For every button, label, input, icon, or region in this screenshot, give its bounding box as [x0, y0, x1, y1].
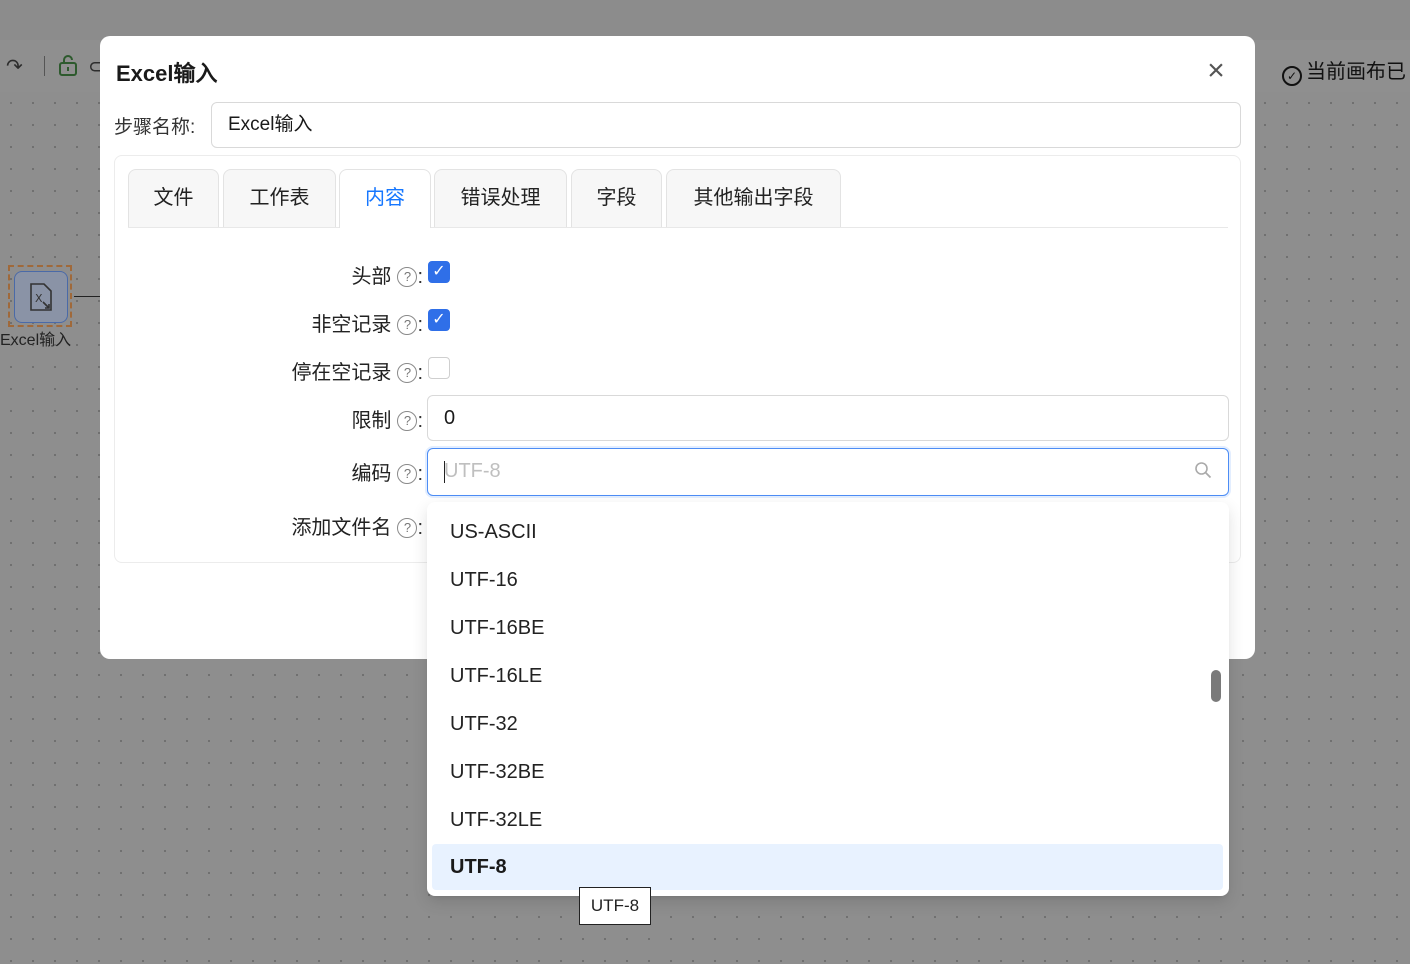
tab-file[interactable]: 文件	[128, 169, 219, 227]
unlock-icon[interactable]	[58, 54, 78, 82]
svg-text:X: X	[35, 292, 43, 305]
question-circle-icon[interactable]: ?	[397, 464, 418, 484]
text-cursor	[444, 461, 445, 483]
field-label: 停在空记录?:	[291, 356, 423, 385]
label-colon: :	[417, 266, 423, 288]
option-utf-32[interactable]: UTF-32	[432, 701, 1223, 747]
option-utf-32be[interactable]: UTF-32BE	[432, 749, 1223, 795]
step-name-label: 步骤名称:	[114, 117, 196, 138]
node-connector	[74, 296, 100, 297]
option-utf-16le[interactable]: UTF-16LE	[432, 653, 1223, 699]
label-colon: :	[417, 314, 423, 336]
tab-error-handling[interactable]: 错误处理	[434, 169, 567, 227]
non-empty-label: 非空记录	[311, 314, 392, 336]
dropdown-scrollbar[interactable]	[1211, 670, 1221, 702]
field-label: 限制?:	[351, 404, 423, 433]
option-utf-32le[interactable]: UTF-32LE	[432, 797, 1223, 843]
tab-other-output-fields[interactable]: 其他输出字段	[666, 169, 841, 227]
search-icon	[1194, 461, 1212, 484]
close-icon[interactable]: ×	[1202, 56, 1230, 86]
option-tooltip: UTF-8	[579, 887, 651, 925]
encoding-placeholder: UTF-8	[444, 460, 501, 482]
option-utf-16be[interactable]: UTF-16BE	[432, 605, 1223, 651]
label-colon: :	[417, 362, 423, 384]
toolbar-divider	[44, 56, 45, 76]
question-circle-icon[interactable]: ?	[397, 363, 418, 383]
header-label: 头部	[351, 266, 392, 288]
stop-empty-checkbox[interactable]	[428, 357, 450, 379]
form-row-limit: 限制?:	[0, 404, 426, 434]
stop-empty-label: 停在空记录	[291, 362, 392, 384]
non-empty-checkbox[interactable]: ✓	[428, 309, 450, 331]
canvas-status: ✓ 当前画布已	[1282, 55, 1406, 86]
option-utf-8[interactable]: UTF-8	[432, 844, 1223, 890]
form-row-non-empty: 非空记录?:	[0, 308, 426, 338]
check-circle-icon: ✓	[1282, 66, 1302, 86]
field-label: 非空记录?:	[311, 308, 423, 337]
question-circle-icon[interactable]: ?	[397, 267, 418, 287]
add-filename-label: 添加文件名	[291, 517, 392, 539]
form-row-header: 头部?:	[0, 260, 426, 290]
form-row-add-filename: 添加文件名?:	[0, 511, 426, 541]
header-checkbox[interactable]: ✓	[428, 261, 450, 283]
field-label: 编码?:	[351, 457, 423, 486]
field-label: 添加文件名?:	[291, 511, 423, 540]
question-circle-icon[interactable]: ?	[397, 411, 418, 431]
encoding-select[interactable]: UTF-8	[427, 448, 1229, 496]
question-circle-icon[interactable]: ?	[397, 518, 418, 538]
form-row-encoding: 编码?:	[0, 457, 426, 487]
label-colon: :	[417, 410, 423, 432]
field-label: 头部?:	[351, 260, 423, 289]
tab-worksheet[interactable]: 工作表	[223, 169, 336, 227]
option-us-ascii[interactable]: US-ASCII	[432, 509, 1223, 555]
step-name-input[interactable]: Excel输入	[211, 102, 1241, 148]
tab-fields[interactable]: 字段	[571, 169, 662, 227]
encoding-label: 编码	[351, 463, 392, 485]
question-circle-icon[interactable]: ?	[397, 315, 418, 335]
dialog-title: Excel输入	[116, 61, 218, 86]
encoding-dropdown[interactable]: US-ASCII UTF-16 UTF-16BE UTF-16LE UTF-32…	[427, 502, 1229, 896]
redo-icon[interactable]: ↷	[6, 54, 23, 79]
label-colon: :	[417, 463, 423, 485]
option-utf-16[interactable]: UTF-16	[432, 557, 1223, 603]
limit-label: 限制	[351, 410, 392, 432]
label-colon: :	[417, 517, 423, 539]
tab-content[interactable]: 内容	[339, 169, 431, 228]
tab-bar: 文件 工作表 内容 错误处理 字段 其他输出字段	[128, 169, 1228, 228]
canvas-status-text: 当前画布已	[1306, 61, 1406, 83]
form-row-stop-empty: 停在空记录?:	[0, 356, 426, 386]
limit-input[interactable]: 0	[427, 395, 1229, 441]
